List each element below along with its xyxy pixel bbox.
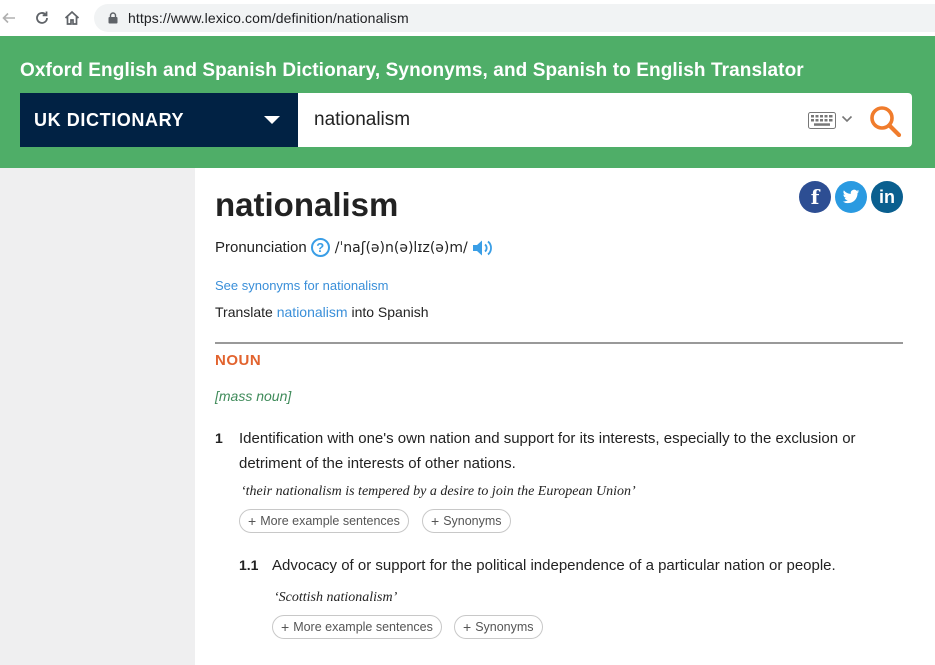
address-bar[interactable]: https://www.lexico.com/definition/nation…	[94, 4, 935, 32]
synonyms-button[interactable]: + Synonyms	[454, 615, 543, 639]
keyboard-icon[interactable]	[808, 112, 836, 129]
reload-icon[interactable]	[28, 4, 56, 32]
lock-icon	[106, 11, 120, 25]
more-examples-button[interactable]: + More example sentences	[239, 509, 409, 533]
part-of-speech: NOUN	[215, 352, 262, 369]
translate-prefix: Translate	[215, 304, 273, 320]
plus-icon: +	[248, 513, 257, 529]
sense-definition-line1: Identification with one's own nation and…	[239, 430, 856, 447]
synonyms-label: Synonyms	[443, 514, 502, 528]
translate-line: Translate nationalism into Spanish	[215, 304, 429, 320]
site-title: Oxford English and Spanish Dictionary, S…	[20, 60, 804, 81]
plus-icon: +	[281, 619, 290, 635]
left-margin	[0, 168, 195, 665]
more-examples-label: More example sentences	[260, 514, 400, 528]
example-sentence: ‘Scottish nationalism’	[274, 590, 398, 605]
headword: nationalism	[215, 186, 399, 223]
dictionary-select-label: UK DICTIONARY	[34, 109, 185, 130]
twitter-icon[interactable]	[835, 181, 867, 213]
chevron-down-icon[interactable]	[841, 114, 853, 124]
pronunciation-row: Pronunciation ? /ˈnaʃ(ə)n(ə)lɪz(ə)m/	[215, 238, 494, 257]
search-icon[interactable]	[868, 105, 902, 137]
plus-icon: +	[463, 619, 472, 635]
search-input[interactable]	[298, 93, 798, 147]
divider	[215, 342, 903, 344]
more-examples-label: More example sentences	[293, 620, 433, 634]
subsense-definition: Advocacy of or support for the political…	[272, 557, 836, 574]
synonyms-button[interactable]: + Synonyms	[422, 509, 511, 533]
more-examples-button[interactable]: + More example sentences	[272, 615, 442, 639]
site-header: Oxford English and Spanish Dictionary, S…	[0, 36, 935, 168]
dictionary-select[interactable]: UK DICTIONARY	[20, 93, 298, 147]
see-synonyms-link[interactable]: See synonyms for nationalism	[215, 278, 388, 293]
home-icon[interactable]	[58, 4, 86, 32]
linkedin-icon[interactable]: in	[871, 181, 903, 213]
back-arrow-icon[interactable]	[0, 4, 18, 32]
search-box	[298, 93, 912, 147]
example-sentence: ‘their nationalism is tempered by a desi…	[241, 484, 636, 499]
translate-suffix: into Spanish	[351, 304, 429, 320]
help-icon[interactable]: ?	[310, 238, 330, 257]
sense-number: 1	[215, 430, 223, 446]
grammar-note: [mass noun]	[215, 388, 292, 404]
plus-icon: +	[431, 513, 440, 529]
ipa-transcription: /ˈnaʃ(ə)n(ə)lɪz(ə)m/	[334, 239, 468, 256]
pronunciation-label: Pronunciation	[215, 239, 307, 256]
browser-toolbar: https://www.lexico.com/definition/nation…	[0, 0, 935, 36]
facebook-icon[interactable]: f	[799, 181, 831, 213]
translate-word-link[interactable]: nationalism	[277, 304, 348, 320]
caret-down-icon	[264, 116, 280, 124]
sense-definition-line2: detriment of the interests of other nati…	[239, 455, 516, 472]
url-text: https://www.lexico.com/definition/nation…	[128, 10, 409, 26]
audio-icon[interactable]	[472, 239, 494, 257]
subsense-number: 1.1	[239, 557, 259, 573]
entry-content: nationalism f in Pronunciation ? /ˈnaʃ(ə…	[195, 168, 935, 665]
synonyms-label: Synonyms	[475, 620, 534, 634]
